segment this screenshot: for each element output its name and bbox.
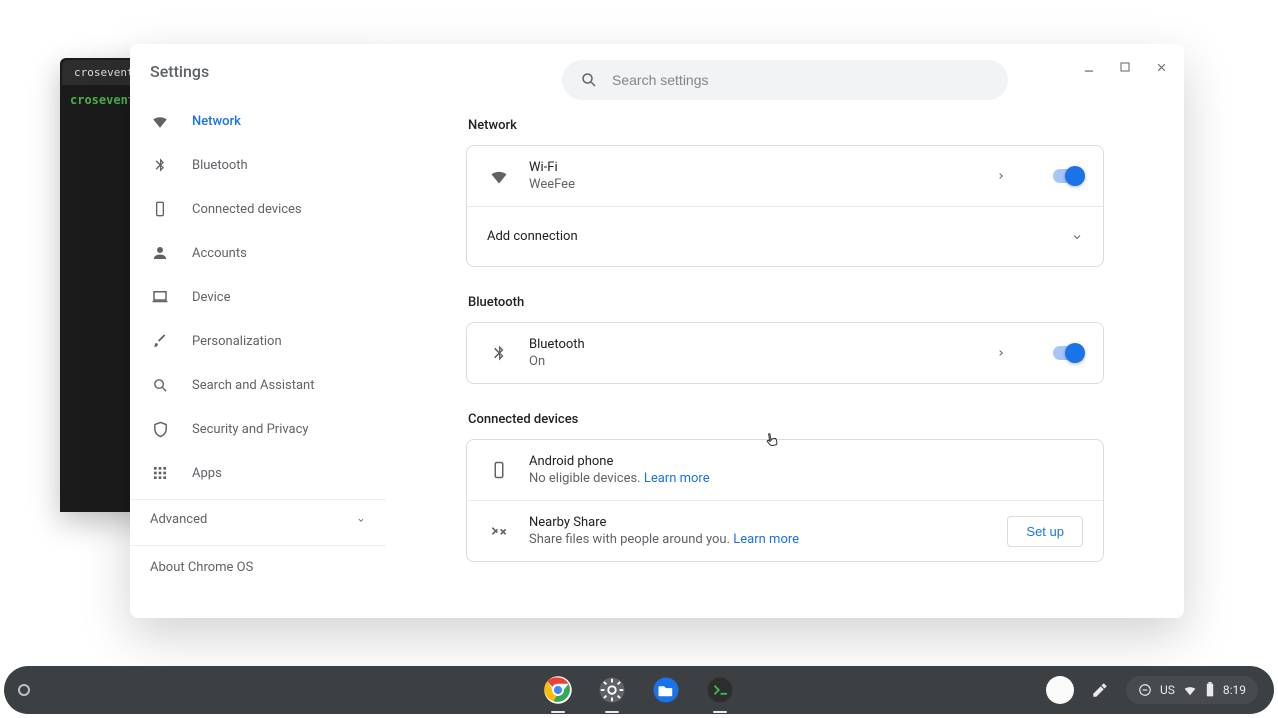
search-icon bbox=[580, 71, 598, 89]
person-icon bbox=[150, 243, 170, 263]
window-controls bbox=[1076, 54, 1174, 80]
laptop-icon bbox=[150, 287, 170, 307]
add-connection-row[interactable]: Add connection bbox=[467, 206, 1103, 266]
settings-app-icon[interactable] bbox=[592, 670, 632, 710]
files-app-icon[interactable] bbox=[646, 670, 686, 710]
advanced-label: Advanced bbox=[150, 512, 207, 527]
nearby-title: Nearby Share bbox=[529, 515, 989, 530]
add-connection-label: Add connection bbox=[487, 229, 1053, 244]
stylus-tools-icon[interactable] bbox=[1084, 674, 1116, 706]
bluetooth-row[interactable]: Bluetooth On bbox=[467, 323, 1103, 383]
status-tray[interactable]: US 8:19 bbox=[1126, 676, 1258, 704]
sidebar-item-search-assistant[interactable]: Search and Assistant bbox=[130, 363, 386, 407]
android-phone-row: Android phone No eligible devices. Learn… bbox=[467, 440, 1103, 500]
section-title-connected: Connected devices bbox=[468, 412, 1104, 427]
apps-grid-icon bbox=[150, 463, 170, 483]
sidebar-item-label: Connected devices bbox=[192, 202, 302, 217]
nearby-share-icon bbox=[487, 519, 511, 543]
close-button[interactable] bbox=[1148, 54, 1174, 80]
nearby-learn-more-link[interactable]: Learn more bbox=[733, 532, 799, 547]
notifications-icon bbox=[1138, 683, 1152, 697]
bluetooth-title: Bluetooth bbox=[529, 337, 979, 352]
sidebar-about[interactable]: About Chrome OS bbox=[130, 545, 386, 575]
sidebar-item-accounts[interactable]: Accounts bbox=[130, 231, 386, 275]
search-bar[interactable] bbox=[562, 60, 1008, 100]
terminal-prompt: crosevent bbox=[70, 93, 135, 107]
sidebar-item-label: Device bbox=[192, 290, 231, 305]
minimize-button[interactable] bbox=[1076, 54, 1102, 80]
chevron-right-icon bbox=[997, 349, 1005, 357]
sidebar-item-device[interactable]: Device bbox=[130, 275, 386, 319]
wifi-subtitle: WeeFee bbox=[529, 177, 979, 192]
clock: 8:19 bbox=[1223, 683, 1246, 697]
terminal-app-icon[interactable] bbox=[700, 670, 740, 710]
settings-window: Settings Network Bluetooth Connected dev… bbox=[130, 44, 1184, 618]
battery-status-icon bbox=[1205, 682, 1215, 698]
avatar[interactable] bbox=[1046, 676, 1074, 704]
sidebar-item-label: Search and Assistant bbox=[192, 378, 315, 393]
bluetooth-icon bbox=[150, 155, 170, 175]
bluetooth-toggle[interactable] bbox=[1053, 346, 1083, 360]
wifi-toggle[interactable] bbox=[1053, 169, 1083, 183]
phone-icon bbox=[487, 458, 511, 482]
shelf: US 8:19 bbox=[4, 666, 1274, 714]
shield-icon bbox=[150, 419, 170, 439]
bluetooth-icon bbox=[487, 341, 511, 365]
android-learn-more-link[interactable]: Learn more bbox=[644, 471, 710, 486]
sidebar-item-label: Bluetooth bbox=[192, 158, 248, 173]
brush-icon bbox=[150, 331, 170, 351]
chrome-app-icon[interactable] bbox=[538, 670, 578, 710]
maximize-button[interactable] bbox=[1112, 54, 1138, 80]
search-icon bbox=[150, 375, 170, 395]
sidebar-item-label: Network bbox=[192, 114, 241, 129]
chevron-down-icon bbox=[356, 515, 366, 525]
launcher-button[interactable] bbox=[18, 684, 30, 696]
sidebar-advanced-toggle[interactable]: Advanced bbox=[130, 499, 386, 539]
connected-devices-card: Android phone No eligible devices. Learn… bbox=[466, 439, 1104, 562]
nearby-subtitle: Share files with people around you. bbox=[529, 532, 733, 547]
section-title-bluetooth: Bluetooth bbox=[468, 295, 1104, 310]
sidebar-item-bluetooth[interactable]: Bluetooth bbox=[130, 143, 386, 187]
wifi-icon bbox=[487, 164, 511, 188]
sidebar: Settings Network Bluetooth Connected dev… bbox=[130, 44, 386, 618]
android-subtitle: No eligible devices. bbox=[529, 471, 644, 486]
sidebar-item-label: Security and Privacy bbox=[192, 422, 309, 437]
sidebar-item-label: Apps bbox=[192, 466, 222, 481]
phone-icon bbox=[150, 199, 170, 219]
section-title-network: Network bbox=[468, 118, 1104, 133]
ime-indicator: US bbox=[1160, 683, 1175, 697]
bluetooth-subtitle: On bbox=[529, 354, 979, 369]
sidebar-item-network[interactable]: Network bbox=[130, 99, 386, 143]
sidebar-item-label: Accounts bbox=[192, 246, 247, 261]
bluetooth-card: Bluetooth On bbox=[466, 322, 1104, 384]
chevron-right-icon bbox=[997, 172, 1005, 180]
wifi-title: Wi-Fi bbox=[529, 160, 979, 175]
nearby-share-row: Nearby Share Share files with people aro… bbox=[467, 500, 1103, 561]
wifi-row[interactable]: Wi-Fi WeeFee bbox=[467, 146, 1103, 206]
wifi-status-icon bbox=[1183, 683, 1197, 697]
search-input[interactable] bbox=[612, 72, 990, 88]
android-title: Android phone bbox=[529, 454, 1083, 469]
wifi-icon bbox=[150, 111, 170, 131]
nearby-setup-button[interactable]: Set up bbox=[1007, 516, 1083, 547]
about-label: About Chrome OS bbox=[150, 560, 253, 575]
main-content: Network Wi-Fi WeeFee bbox=[386, 44, 1184, 618]
page-title: Settings bbox=[130, 62, 386, 99]
network-card: Wi-Fi WeeFee Add connection bbox=[466, 145, 1104, 267]
sidebar-item-personalization[interactable]: Personalization bbox=[130, 319, 386, 363]
chevron-down-icon bbox=[1071, 231, 1083, 243]
sidebar-item-connected-devices[interactable]: Connected devices bbox=[130, 187, 386, 231]
sidebar-item-label: Personalization bbox=[192, 334, 282, 349]
sidebar-item-apps[interactable]: Apps bbox=[130, 451, 386, 495]
sidebar-item-security-privacy[interactable]: Security and Privacy bbox=[130, 407, 386, 451]
